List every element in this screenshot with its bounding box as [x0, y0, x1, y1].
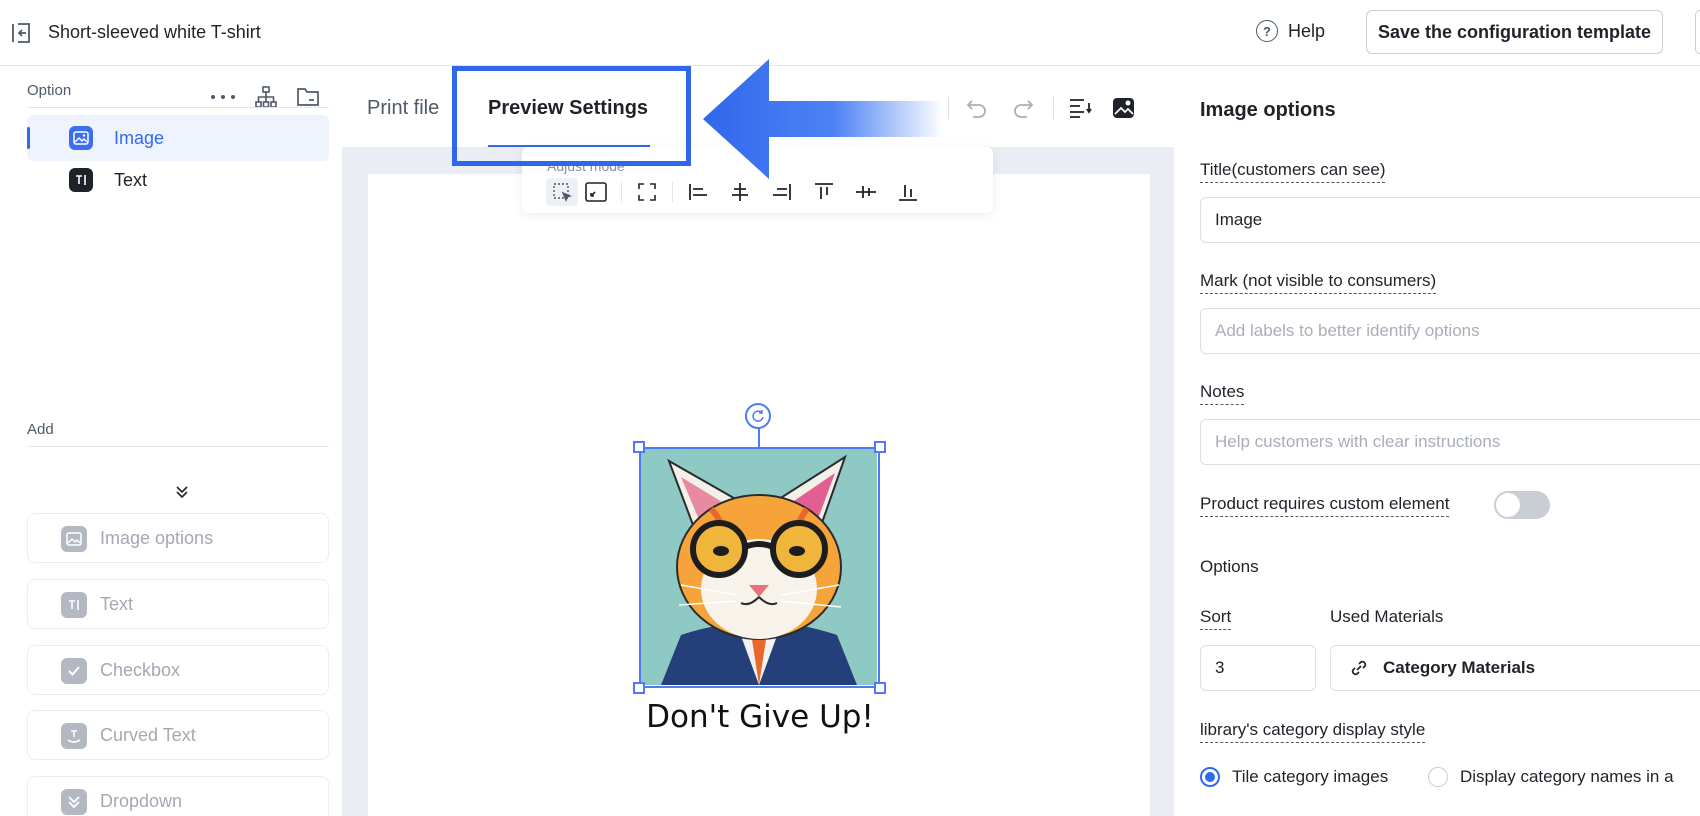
options-heading: Options	[1200, 557, 1259, 576]
cat-with-glasses-illustration	[641, 449, 877, 685]
image-icon	[61, 526, 87, 552]
help-label: Help	[1288, 20, 1326, 41]
image-icon	[69, 126, 93, 150]
align-center-h-icon[interactable]	[724, 178, 756, 206]
curved-text-icon	[61, 723, 87, 749]
add-item-label: Image options	[100, 528, 214, 548]
rotate-handle[interactable]	[745, 403, 771, 429]
add-item-label: Dropdown	[100, 791, 183, 811]
add-dropdown-button[interactable]: Dropdown	[27, 776, 329, 816]
fit-frame-icon[interactable]	[580, 178, 612, 206]
radio-unselected	[1428, 767, 1448, 787]
divider	[1053, 97, 1054, 119]
add-item-label: Text	[100, 594, 134, 614]
canvas-editor: Print file Preview Settings Adjust mode	[340, 59, 1174, 816]
category-materials-label: Category Materials	[1383, 658, 1536, 677]
title-field-label: Title(customers can see)	[1200, 160, 1386, 183]
sort-input[interactable]	[1200, 645, 1316, 691]
history-tools	[948, 97, 1136, 119]
notes-field-label: Notes	[1200, 382, 1245, 405]
option-tools	[210, 85, 320, 109]
option-section-label: Option	[27, 82, 72, 99]
canvas-text-element[interactable]: Don't Give Up!	[580, 699, 940, 735]
sort-label: Sort	[1200, 607, 1232, 630]
divider	[621, 182, 622, 202]
save-template-button[interactable]: Save the configuration template	[1366, 10, 1663, 54]
text-icon	[69, 168, 93, 192]
layers-list-icon[interactable]	[1068, 97, 1092, 119]
title-input[interactable]	[1200, 197, 1700, 243]
exit-icon[interactable]	[10, 21, 34, 45]
more-icon[interactable]	[210, 93, 236, 101]
radio-label: Display category names in a	[1460, 767, 1674, 786]
resize-handle-bottom-left[interactable]	[633, 682, 645, 694]
select-mode-icon[interactable]	[546, 178, 578, 206]
align-middle-v-icon[interactable]	[850, 178, 882, 206]
custom-element-toggle[interactable]	[1494, 491, 1550, 519]
pointer-arrow-icon	[703, 59, 943, 179]
selected-image-element[interactable]	[633, 441, 886, 694]
option-item-image[interactable]: Image	[27, 115, 329, 161]
used-materials-label: Used Materials	[1330, 607, 1444, 626]
radio-tile-category-images[interactable]: Tile category images	[1200, 767, 1388, 787]
help-button[interactable]: ? Help	[1256, 20, 1325, 42]
undo-icon[interactable]	[965, 97, 989, 119]
mark-input[interactable]	[1200, 308, 1700, 354]
double-chevron-down-icon[interactable]	[175, 485, 189, 499]
align-left-icon[interactable]	[682, 178, 714, 206]
option-item-text[interactable]: Text	[27, 157, 329, 203]
dropdown-icon	[61, 789, 87, 815]
left-panel: Option Image Text Add Image options Text	[0, 67, 340, 816]
help-icon: ?	[1256, 20, 1278, 42]
rotate-icon	[752, 410, 764, 422]
top-bar: Short-sleeved white T-shirt ? Help Save …	[0, 0, 1700, 66]
radio-label: Tile category images	[1232, 767, 1389, 786]
resize-handle-bottom-right[interactable]	[874, 682, 886, 694]
resize-handle-top-right[interactable]	[874, 441, 886, 453]
add-curved-text-button[interactable]: Curved Text	[27, 710, 329, 760]
display-style-label: library's category display style	[1200, 720, 1426, 743]
align-bottom-icon[interactable]	[892, 178, 924, 206]
option-item-label: Image	[114, 128, 165, 148]
add-text-button[interactable]: Text	[27, 579, 329, 629]
add-image-options-button[interactable]: Image options	[27, 513, 329, 563]
redo-icon[interactable]	[1011, 97, 1035, 119]
toolbar-icons	[546, 178, 924, 206]
checkbox-icon	[61, 658, 87, 684]
radio-display-category-names[interactable]: Display category names in a	[1428, 767, 1674, 787]
divider	[672, 182, 673, 202]
panel-title: Image options	[1200, 99, 1336, 121]
active-indicator	[27, 127, 30, 149]
custom-element-label: Product requires custom element	[1200, 494, 1450, 517]
page-title: Short-sleeved white T-shirt	[48, 22, 261, 42]
category-materials-button[interactable]: Category Materials	[1330, 645, 1700, 691]
radio-selected	[1200, 767, 1220, 787]
hierarchy-icon[interactable]	[254, 85, 278, 109]
add-item-label: Curved Text	[100, 725, 196, 745]
resize-handle-top-left[interactable]	[633, 441, 645, 453]
right-panel: Image options Title(customers can see) M…	[1174, 67, 1700, 816]
divider	[948, 97, 949, 119]
align-right-icon[interactable]	[766, 178, 798, 206]
overflow-button-edge[interactable]	[1695, 10, 1700, 54]
divider	[27, 446, 329, 447]
tab-print-file[interactable]: Print file	[367, 97, 439, 120]
folder-icon[interactable]	[296, 86, 320, 108]
option-item-label: Text	[114, 170, 148, 190]
toggle-knob	[1496, 493, 1520, 517]
divider	[27, 107, 329, 108]
add-section-label: Add	[27, 421, 54, 438]
text-icon	[61, 592, 87, 618]
mark-field-label: Mark (not visible to consumers)	[1200, 271, 1437, 294]
image-preview-icon[interactable]	[1112, 97, 1136, 119]
add-checkbox-button[interactable]: Checkbox	[27, 645, 329, 695]
add-item-label: Checkbox	[100, 660, 181, 680]
fullscreen-icon[interactable]	[631, 178, 663, 206]
highlight-box	[452, 66, 691, 166]
link-icon	[1351, 660, 1367, 676]
notes-input[interactable]	[1200, 419, 1700, 465]
align-top-icon[interactable]	[808, 178, 840, 206]
